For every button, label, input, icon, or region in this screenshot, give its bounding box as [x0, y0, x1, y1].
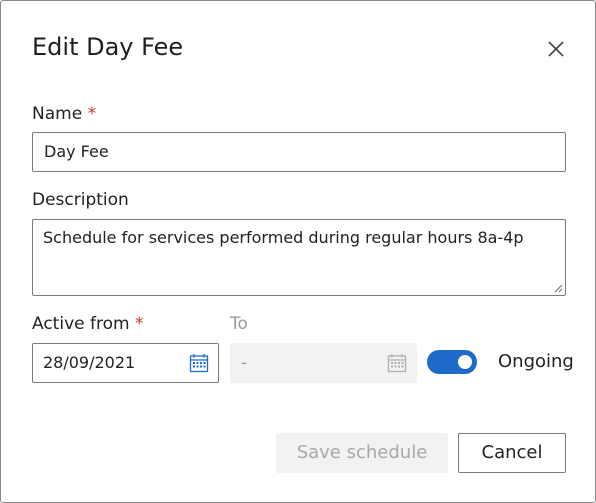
dialog-title: Edit Day Fee	[32, 33, 184, 61]
name-label: Name *	[32, 104, 96, 124]
calendar-icon[interactable]	[189, 353, 209, 373]
to-value: -	[241, 353, 247, 372]
ongoing-toggle[interactable]	[427, 350, 477, 374]
description-field[interactable]: Schedule for services performed during r…	[32, 219, 566, 296]
active-from-value: 28/09/2021	[43, 353, 136, 372]
active-from-date-input[interactable]: 28/09/2021	[32, 343, 219, 383]
required-marker: *	[87, 104, 97, 124]
name-field[interactable]: Day Fee	[32, 132, 566, 172]
description-label: Description	[32, 190, 129, 210]
name-value: Day Fee	[44, 142, 109, 161]
edit-schedule-dialog: Edit Day Fee Name * Day Fee Description …	[0, 0, 596, 503]
calendar-icon	[387, 354, 407, 373]
to-date-input: -	[230, 343, 417, 383]
to-label: To	[230, 314, 248, 334]
cancel-button[interactable]: Cancel	[458, 433, 566, 473]
toggle-knob	[458, 355, 472, 369]
resize-handle-icon[interactable]	[553, 283, 563, 293]
close-icon[interactable]	[545, 38, 567, 60]
active-from-label-text: Active from	[32, 314, 130, 334]
active-from-label: Active from *	[32, 314, 143, 334]
ongoing-label: Ongoing	[498, 351, 574, 372]
name-label-text: Name	[32, 104, 83, 124]
required-marker: *	[134, 314, 144, 334]
description-value: Schedule for services performed during r…	[43, 228, 524, 247]
save-schedule-button[interactable]: Save schedule	[276, 433, 448, 473]
